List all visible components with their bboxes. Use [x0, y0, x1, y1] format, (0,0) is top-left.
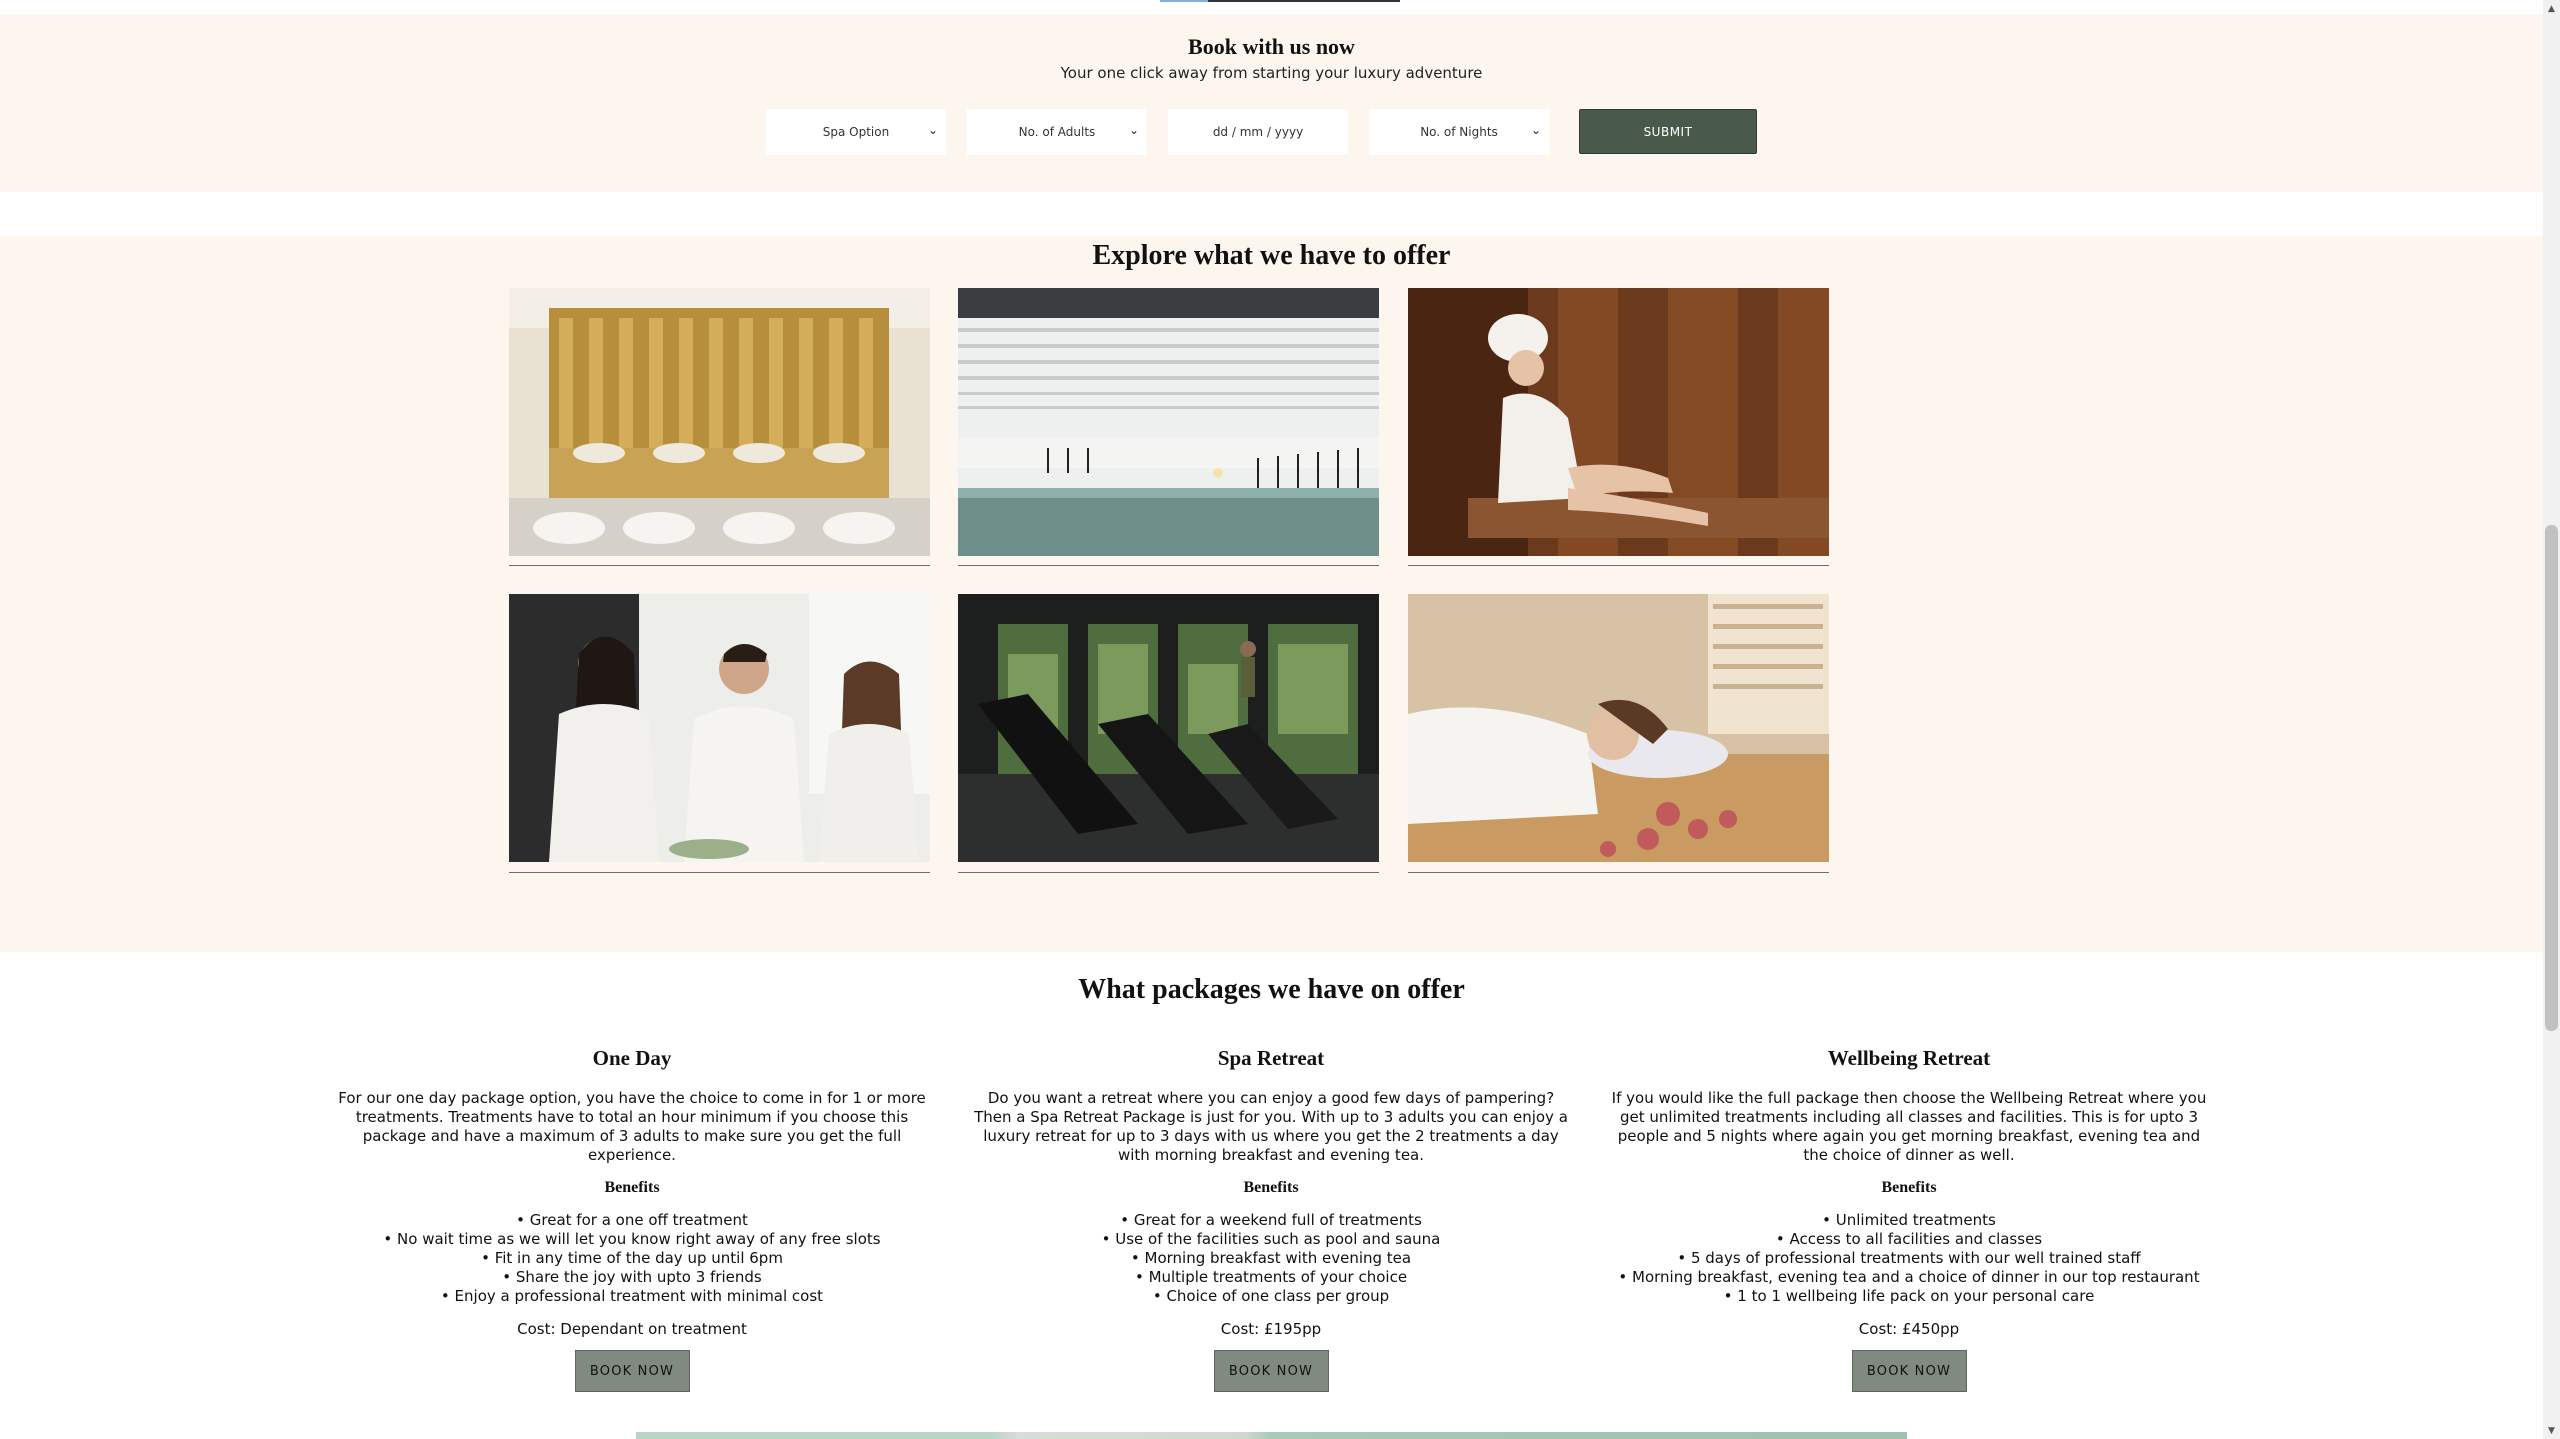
benefit-item: Choice of one class per group — [968, 1287, 1574, 1306]
top-strip — [0, 0, 2543, 14]
spa-option-label: Spa Option — [822, 125, 890, 139]
spa-option-select[interactable]: Spa Option ⌄ — [766, 109, 946, 155]
package-description: If you would like the full package then … — [1611, 1089, 2207, 1164]
chevron-down-icon: ⌄ — [1530, 123, 1541, 137]
benefit-item: Access to all facilities and classes — [1606, 1230, 2212, 1249]
booking-subtitle: Your one click away from starting your l… — [1060, 64, 1483, 82]
pedicure-lounge-image[interactable] — [509, 288, 930, 556]
tile-divider — [1408, 565, 1829, 566]
package-wellbeing-retreat: Wellbeing Retreat If you would like the … — [1606, 1046, 2212, 1392]
benefit-item: Share the joy with upto 3 friends — [329, 1268, 935, 1287]
package-one-day: One Day For our one day package option, … — [329, 1046, 935, 1392]
package-cost: Cost: £195pp — [1220, 1320, 1322, 1338]
sauna-image[interactable] — [1408, 288, 1829, 556]
benefit-item: Morning breakfast with evening tea — [968, 1249, 1574, 1268]
benefit-item: Enjoy a professional treatment with mini… — [329, 1287, 935, 1306]
tile-divider — [509, 872, 930, 873]
tile-divider — [958, 872, 1379, 873]
benefit-item: Fit in any time of the day up until 6pm — [329, 1249, 935, 1268]
package-name: One Day — [592, 1046, 672, 1070]
benefits-list: Great for a weekend full of treatments U… — [968, 1211, 1574, 1306]
submit-button[interactable]: SUBMIT — [1579, 109, 1757, 154]
benefits-heading: Benefits — [604, 1179, 660, 1196]
explore-title: Explore what we have to offer — [1092, 240, 1451, 271]
explore-section: Explore what we have to offer — [0, 236, 2543, 952]
booking-title: Book with us now — [1188, 34, 1355, 59]
footer-image-strip — [636, 1432, 1907, 1439]
tile-divider — [1408, 872, 1829, 873]
booking-section: Book with us now Your one click away fro… — [0, 14, 2543, 192]
benefit-item: Unlimited treatments — [1606, 1211, 2212, 1230]
nights-select[interactable]: No. of Nights ⌄ — [1369, 109, 1549, 155]
package-description: For our one day package option, you have… — [338, 1089, 926, 1164]
friends-in-robes-image[interactable] — [509, 594, 930, 862]
book-now-button[interactable]: BOOK NOW — [1851, 1350, 1967, 1392]
package-name: Spa Retreat — [1217, 1046, 1325, 1070]
benefit-item: Great for a one off treatment — [329, 1211, 935, 1230]
package-spa-retreat: Spa Retreat Do you want a retreat where … — [968, 1046, 1574, 1392]
tile-divider — [958, 565, 1379, 566]
benefit-item: Great for a weekend full of treatments — [968, 1211, 1574, 1230]
chevron-down-icon: ⌄ — [927, 123, 938, 137]
benefits-list: Unlimited treatments Access to all facil… — [1606, 1211, 2212, 1306]
package-cost: Cost: Dependant on treatment — [517, 1320, 747, 1338]
nav-underline-active — [1160, 0, 1208, 2]
indoor-pool-image[interactable] — [958, 288, 1379, 556]
benefits-heading: Benefits — [1243, 1179, 1299, 1196]
gym-treadmills-image[interactable] — [958, 594, 1379, 862]
benefit-item: Multiple treatments of your choice — [968, 1268, 1574, 1287]
date-placeholder: dd / mm / yyyy — [1212, 125, 1304, 139]
package-cost: Cost: £450pp — [1858, 1320, 1960, 1338]
scrollbar-thumb[interactable] — [2545, 525, 2558, 1031]
book-now-button[interactable]: BOOK NOW — [574, 1350, 690, 1392]
scroll-down-icon[interactable]: ▼ — [2543, 1422, 2560, 1439]
scroll-up-icon[interactable]: ▲ — [2543, 0, 2560, 17]
benefit-item: Use of the facilities such as pool and s… — [968, 1230, 1574, 1249]
packages-title: What packages we have on offer — [1078, 974, 1465, 1005]
date-input[interactable]: dd / mm / yyyy — [1168, 109, 1348, 155]
benefit-item: Morning breakfast, evening tea and a cho… — [1606, 1268, 2212, 1287]
benefits-heading: Benefits — [1881, 1179, 1937, 1196]
benefit-item: No wait time as we will let you know rig… — [329, 1230, 935, 1249]
massage-relaxation-image[interactable] — [1408, 594, 1829, 862]
package-name: Wellbeing Retreat — [1827, 1046, 1991, 1070]
nights-label: No. of Nights — [1420, 125, 1498, 139]
package-description: Do you want a retreat where you can enjo… — [974, 1089, 1568, 1164]
chevron-down-icon: ⌄ — [1128, 123, 1139, 137]
benefit-item: 1 to 1 wellbeing life pack on your perso… — [1606, 1287, 2212, 1306]
benefits-list: Great for a one off treatment No wait ti… — [329, 1211, 935, 1306]
book-now-button[interactable]: BOOK NOW — [1213, 1350, 1329, 1392]
benefit-item: 5 days of professional treatments with o… — [1606, 1249, 2212, 1268]
adults-select[interactable]: No. of Adults ⌄ — [967, 109, 1147, 155]
adults-label: No. of Adults — [1018, 125, 1096, 139]
tile-divider — [509, 565, 930, 566]
